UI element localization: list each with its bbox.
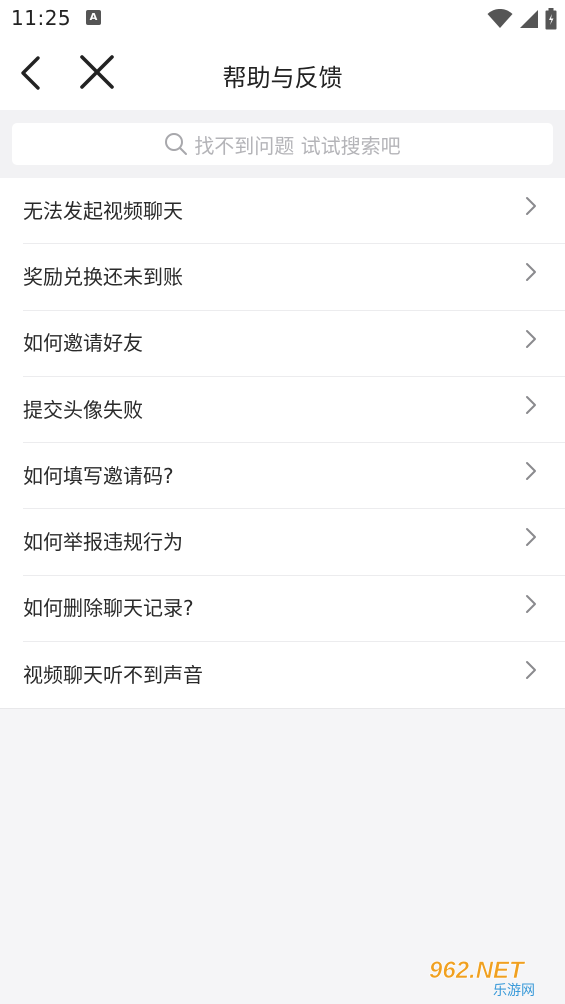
faq-item-label: 视频聊天听不到声音 [23, 663, 203, 688]
faq-item-label: 如何删除聊天记录? [23, 596, 194, 621]
status-bar: 11:25 A [0, 0, 565, 38]
a-notification-icon: A [86, 10, 101, 25]
chevron-right-icon [526, 528, 536, 547]
watermark-subtitle: 乐游网 [493, 983, 535, 998]
status-time: 11:25 [11, 6, 72, 30]
chevron-right-icon [526, 197, 536, 215]
chevron-right-icon [526, 263, 536, 282]
watermark-logo: 962.NET 乐游网 [429, 957, 535, 998]
faq-item-label: 无法发起视频聊天 [23, 198, 183, 223]
chevron-right-icon [526, 395, 536, 414]
faq-item-label: 奖励兑换还未到账 [23, 264, 183, 289]
faq-item[interactable]: 如何邀请好友 [23, 311, 565, 377]
faq-item-label: 如何填写邀请码? [23, 463, 174, 488]
search-area: 找不到问题 试试搜索吧 [0, 110, 565, 178]
faq-item-label: 提交头像失败 [23, 397, 143, 422]
chevron-right-icon [526, 329, 536, 348]
watermark-brand: 962.NET [429, 957, 526, 984]
search-placeholder: 找不到问题 试试搜索吧 [194, 133, 401, 158]
faq-item[interactable]: 视频聊天听不到声音 [23, 642, 565, 708]
screen: 11:25 A 帮助与反馈 找不到问题 试试搜索吧 无法发起视频聊天 奖励兑换还… [0, 0, 565, 1004]
faq-item[interactable]: 奖励兑换还未到账 [23, 244, 565, 311]
faq-item[interactable]: 提交头像失败 [23, 377, 565, 444]
faq-item[interactable]: 无法发起视频聊天 [23, 178, 565, 245]
faq-item[interactable]: 如何删除聊天记录? [23, 576, 565, 643]
search-input[interactable]: 找不到问题 试试搜索吧 [12, 123, 553, 165]
signal-icon [520, 10, 538, 28]
wifi-icon [487, 9, 513, 28]
faq-item[interactable]: 如何填写邀请码? [23, 443, 565, 510]
search-icon [165, 133, 188, 155]
faq-item-label: 如何邀请好友 [23, 331, 143, 356]
status-icons [487, 7, 557, 31]
app-header: 帮助与反馈 [0, 38, 565, 110]
chevron-right-icon [526, 462, 536, 481]
chevron-right-icon [526, 661, 536, 680]
faq-list: 无法发起视频聊天 奖励兑换还未到账 如何邀请好友 提交头像失败 如何填写邀请码?… [0, 178, 565, 710]
battery-icon [545, 8, 557, 30]
faq-item[interactable]: 如何举报违规行为 [23, 509, 565, 576]
page-title: 帮助与反馈 [222, 64, 343, 92]
faq-item-label: 如何举报违规行为 [23, 530, 183, 555]
chevron-right-icon [526, 594, 536, 613]
